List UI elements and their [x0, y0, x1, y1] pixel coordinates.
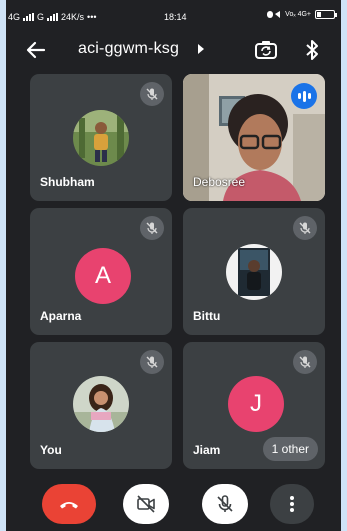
- mic-off-icon: [140, 82, 164, 106]
- participant-tile-debosree[interactable]: Debosree: [183, 74, 325, 201]
- participant-name: Bittu: [193, 309, 221, 323]
- mic-off-icon: [140, 350, 164, 374]
- participant-tile-shubham[interactable]: Shubham: [30, 74, 172, 201]
- status-right: Voₓ 4G+: [267, 10, 337, 19]
- network-1-label: 4G: [8, 12, 21, 22]
- avatar-photo: [226, 244, 282, 300]
- battery-icon: [315, 10, 337, 19]
- network-2-label: G: [37, 12, 45, 22]
- mic-off-icon: [217, 495, 233, 512]
- status-bar: 4G G 24K/s ••• 18:14 Voₓ 4G+: [6, 0, 341, 30]
- participant-tile-bittu[interactable]: Bittu: [183, 208, 325, 335]
- mobile-data-icon: [267, 11, 281, 18]
- meeting-toolbar: aci-ggwm-ksg: [6, 32, 341, 68]
- camera-off-icon: [137, 495, 155, 513]
- mic-off-icon: [293, 350, 317, 374]
- more-vert-icon: [290, 496, 294, 512]
- participant-name: Jiam: [193, 443, 221, 457]
- volte-label: Voₓ 4G+: [285, 11, 311, 18]
- participant-name: You: [40, 443, 62, 457]
- avatar-initial: J: [228, 376, 284, 432]
- mic-off-icon: [140, 216, 164, 240]
- avatar-initial: A: [75, 248, 131, 304]
- speed-label: 24K/s: [61, 12, 85, 22]
- phone-screen: 4G G 24K/s ••• 18:14 Voₓ 4G+ aci-ggwm-ks…: [6, 0, 341, 531]
- avatar-photo: [73, 376, 129, 432]
- avatar-photo: [73, 110, 129, 166]
- call-controls: [6, 484, 341, 524]
- participant-name: Shubham: [40, 175, 95, 189]
- more-options-button[interactable]: [270, 484, 314, 524]
- mic-off-icon: [293, 216, 317, 240]
- end-call-icon: [60, 502, 78, 509]
- status-left: 4G G 24K/s •••: [8, 12, 97, 22]
- meeting-code[interactable]: aci-ggwm-ksg: [78, 40, 179, 58]
- clock: 18:14: [164, 12, 187, 22]
- more-notifications-label: •••: [87, 12, 97, 22]
- participant-name: Debosree: [193, 175, 246, 189]
- caret-right-icon[interactable]: [198, 44, 204, 54]
- participant-tile-aparna[interactable]: A Aparna: [30, 208, 172, 335]
- signal-icon: [23, 13, 35, 21]
- participant-tile-jiam[interactable]: J Jiam 1 other: [183, 342, 325, 469]
- camera-toggle-button[interactable]: [123, 484, 169, 524]
- participant-tile-you[interactable]: You: [30, 342, 172, 469]
- other-participants-chip[interactable]: 1 other: [262, 437, 318, 461]
- bluetooth-icon[interactable]: [302, 37, 322, 63]
- switch-camera-icon[interactable]: [253, 37, 279, 63]
- speaking-indicator-icon: [291, 83, 317, 109]
- end-call-button[interactable]: [42, 484, 96, 524]
- back-arrow-icon[interactable]: [24, 38, 48, 62]
- signal-icon: [47, 13, 59, 21]
- mic-toggle-button[interactable]: [202, 484, 248, 524]
- participant-name: Aparna: [40, 309, 82, 323]
